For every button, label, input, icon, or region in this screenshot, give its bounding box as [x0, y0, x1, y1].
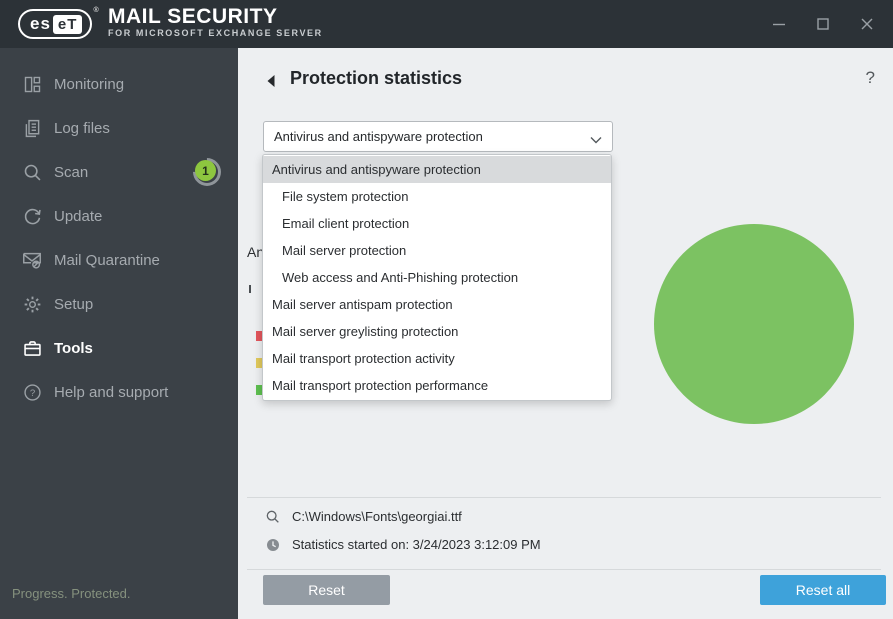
reset-button[interactable]: Reset [263, 575, 390, 605]
statistics-type-select[interactable]: Antivirus and antispyware protection [263, 121, 613, 152]
main-content: Protection statistics ? Antivirus and an… [238, 48, 893, 619]
sidebar-item-setup[interactable]: Setup [0, 282, 238, 326]
scan-icon [20, 160, 44, 184]
protection-statistics-pie-chart [654, 224, 854, 424]
sidebar-item-help-and-support[interactable]: ? Help and support [0, 370, 238, 414]
back-icon[interactable] [266, 74, 276, 93]
reset-all-button[interactable]: Reset all [760, 575, 886, 605]
logo-et-text: eT [53, 15, 83, 34]
page-title: Protection statistics [290, 68, 462, 89]
divider [247, 497, 881, 498]
mail-quarantine-icon [20, 248, 44, 272]
scan-progress-badge: 1 [193, 158, 221, 186]
dropdown-option[interactable]: Antivirus and antispyware protection [263, 156, 611, 183]
dropdown-option[interactable]: Mail server antispam protection [263, 291, 611, 318]
search-icon [265, 509, 281, 525]
sidebar-item-scan[interactable]: Scan 1 [0, 150, 238, 194]
tools-briefcase-icon [20, 336, 44, 360]
scan-count-badge: 1 [195, 160, 216, 181]
dropdown-option[interactable]: Mail transport protection activity [263, 345, 611, 372]
page-header: Protection statistics ? [238, 48, 893, 108]
setup-gear-icon [20, 292, 44, 316]
statistics-started-text: Statistics started on: 3/24/2023 3:12:09… [292, 537, 541, 552]
help-icon: ? [20, 380, 44, 404]
sidebar-item-mail-quarantine[interactable]: Mail Quarantine [0, 238, 238, 282]
sidebar-item-tools[interactable]: Tools [0, 326, 238, 370]
dropdown-option[interactable]: Web access and Anti-Phishing protection [263, 264, 611, 291]
sidebar: Monitoring Log files Scan [0, 48, 238, 619]
eset-logo: es eT ® [18, 9, 99, 39]
clock-icon [265, 537, 281, 553]
maximize-icon[interactable] [815, 16, 831, 32]
sidebar-item-log-files[interactable]: Log files [0, 106, 238, 150]
logo-es-text: es [30, 14, 51, 34]
chevron-down-icon [590, 131, 602, 149]
divider [247, 569, 881, 570]
window-controls [771, 0, 875, 48]
close-icon[interactable] [859, 16, 875, 32]
dropdown-option[interactable]: Mail server greylisting protection [263, 318, 611, 345]
log-files-icon [20, 116, 44, 140]
app-window: es eT ® MAIL SECURITY FOR MICROSOFT EXCH… [0, 0, 893, 619]
sidebar-item-monitoring[interactable]: Monitoring [0, 62, 238, 106]
update-icon [20, 204, 44, 228]
help-question-icon[interactable]: ? [866, 68, 875, 88]
scanned-object-row: C:\Windows\Fonts\georgiai.ttf [238, 507, 893, 531]
chart-legend-fragment [249, 285, 251, 293]
dropdown-option[interactable]: Mail transport protection performance [263, 372, 611, 399]
minimize-icon[interactable] [771, 16, 787, 32]
statistics-type-dropdown-list: Antivirus and antispyware protection Fil… [262, 154, 612, 401]
sidebar-item-update[interactable]: Update [0, 194, 238, 238]
dropdown-option[interactable]: Mail server protection [263, 237, 611, 264]
statistics-started-row: Statistics started on: 3/24/2023 3:12:09… [238, 535, 893, 559]
dropdown-option[interactable]: Email client protection [263, 210, 611, 237]
status-tagline: Progress. Protected. [12, 586, 131, 601]
scanned-object-path: C:\Windows\Fonts\georgiai.ttf [292, 509, 462, 524]
product-subtitle: FOR MICROSOFT EXCHANGE SERVER [108, 28, 323, 38]
svg-text:?: ? [29, 388, 34, 399]
titlebar: es eT ® MAIL SECURITY FOR MICROSOFT EXCH… [0, 0, 893, 48]
dropdown-option[interactable]: File system protection [263, 183, 611, 210]
registered-mark: ® [93, 7, 98, 14]
monitoring-icon [20, 72, 44, 96]
product-name: MAIL SECURITY [108, 6, 323, 28]
selected-option-label: Antivirus and antispyware protection [274, 122, 483, 151]
